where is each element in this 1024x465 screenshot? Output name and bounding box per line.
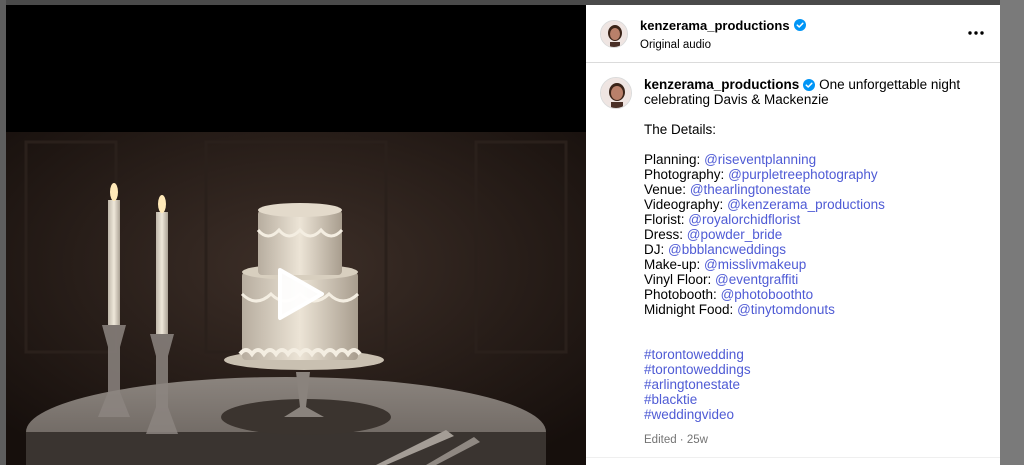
mention-link[interactable]: @riseventplanning [704,152,816,167]
mention-link[interactable]: @kenzerama_productions [727,197,885,212]
author-username[interactable]: kenzerama_productions [644,77,816,92]
caption-section: kenzerama_productions One unforgettable … [586,63,1000,448]
post-header: kenzerama_productions Original audio [586,5,1000,63]
caption-intro: One unforgettable night [819,77,961,92]
avatar[interactable] [600,77,632,109]
mention-link[interactable]: @royalorchidflorist [688,212,800,227]
mention-link[interactable]: @photoboothto [721,287,814,302]
credit-line: Vinyl Floor: @eventgraffiti [644,272,974,287]
credit-label: Photobooth: [644,287,717,302]
mention-link[interactable]: @thearlingtonestate [690,182,811,197]
credit-label: DJ: [644,242,665,257]
credit-label: Vinyl Floor: [644,272,712,287]
mention-link[interactable]: @powder_bride [687,227,783,242]
mention-link[interactable]: @purpletreephotography [728,167,878,182]
backdrop [1000,0,1024,465]
play-icon[interactable] [268,264,328,324]
credit-label: Make-up: [644,257,701,272]
author-username[interactable]: kenzerama_productions [640,18,806,33]
username-text[interactable]: kenzerama_productions [640,18,790,33]
credit-line: Dress: @powder_bride [644,227,974,242]
credit-line: Photography: @purpletreephotography [644,167,974,182]
post-media[interactable] [6,5,586,465]
hashtag-link[interactable]: #weddingvideo [644,407,974,422]
credit-label: Midnight Food: [644,302,734,317]
mention-link[interactable]: @bbblancweddings [668,242,786,257]
caption-text: kenzerama_productions One unforgettable … [644,77,974,448]
mention-link[interactable]: @misslivmakeup [704,257,806,272]
audio-label[interactable]: Original audio [640,39,806,51]
edited-timestamp[interactable]: Edited · 25w [644,433,974,448]
mention-link[interactable]: @eventgraffiti [715,272,798,287]
credit-line: Photobooth: @photoboothto [644,287,974,302]
divider [586,457,1000,458]
credit-label: Planning: [644,152,701,167]
credit-line: Videography: @kenzerama_productions [644,197,974,212]
credit-label: Videography: [644,197,724,212]
post-sidebar: kenzerama_productions Original audio ken… [586,5,1000,465]
credit-line: Midnight Food: @tinytomdonuts [644,302,974,317]
credit-label: Photography: [644,167,725,182]
hashtag-link[interactable]: #torontowedding [644,347,974,362]
credit-line: DJ: @bbblancweddings [644,242,974,257]
credit-line: Florist: @royalorchidflorist [644,212,974,227]
credit-line: Venue: @thearlingtonestate [644,182,974,197]
more-options-icon[interactable] [966,25,986,41]
credit-label: Florist: [644,212,685,227]
details-heading: The Details: [644,122,717,137]
credit-line: Make-up: @misslivmakeup [644,257,974,272]
verified-badge-icon [793,19,806,31]
username-text[interactable]: kenzerama_productions [644,77,799,92]
avatar-image [601,20,627,47]
credit-line: Planning: @riseventplanning [644,152,974,167]
mention-link[interactable]: @tinytomdonuts [737,302,835,317]
caption-intro-continued: celebrating Davis & Mackenzie [644,92,829,107]
hashtags-list: #torontowedding #torontoweddings #arlingto… [644,347,974,422]
credit-label: Dress: [644,227,684,242]
credits-list: Planning: @riseventplanning Photography: … [644,152,974,317]
avatar[interactable] [600,19,628,48]
avatar-image [601,78,631,108]
verified-badge-icon [803,78,816,91]
hashtag-link[interactable]: #torontoweddings [644,362,974,377]
hashtag-link[interactable]: #arlingtonestate [644,377,974,392]
credit-label: Venue: [644,182,687,197]
hashtag-link[interactable]: #blacktie [644,392,974,407]
